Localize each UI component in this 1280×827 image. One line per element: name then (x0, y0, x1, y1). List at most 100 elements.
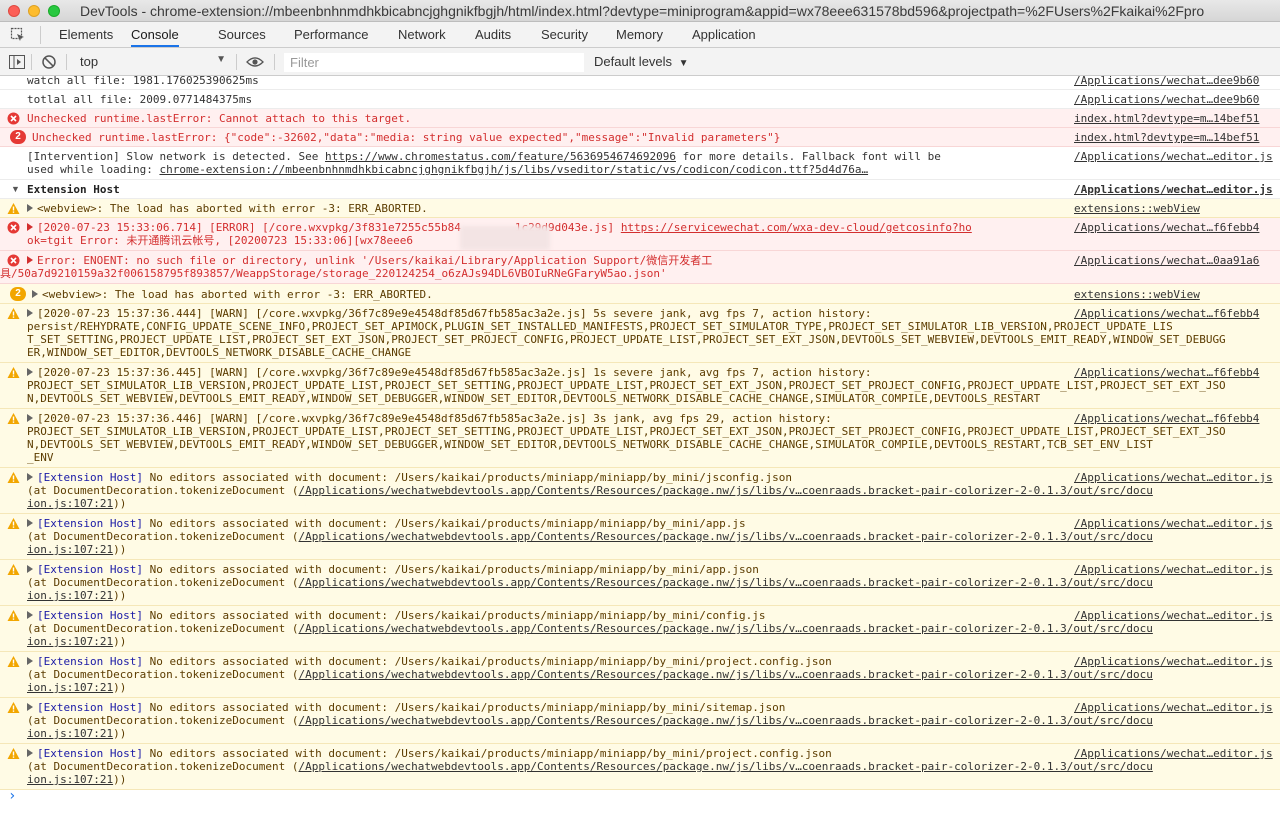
expand-triangle-icon[interactable] (32, 290, 38, 298)
console-warning: [Extension Host] No editors associated w… (0, 468, 1280, 514)
message-source-link[interactable]: /Applications/wechat…editor.js (1074, 563, 1280, 576)
warning-icon (7, 564, 20, 575)
stack-trace-link[interactable]: ion.js:107:21 (27, 543, 113, 556)
expand-triangle-icon[interactable] (27, 749, 33, 757)
message-text: 具/50a7d9210159a32f006158795f893857/Weapp… (0, 267, 667, 280)
message-source-link[interactable]: /Applications/wechat…0aa91a6 (1074, 254, 1280, 267)
eye-icon[interactable] (246, 56, 264, 68)
stack-trace-link[interactable]: ion.js:107:21 (27, 635, 113, 648)
tab-elements[interactable]: Elements (59, 22, 113, 47)
close-window-button[interactable] (8, 5, 20, 17)
zoom-window-button[interactable] (48, 5, 60, 17)
message-source-link[interactable]: /Applications/wechat…editor.js (1074, 655, 1280, 668)
context-selector[interactable]: top ▼ (74, 52, 230, 72)
message-source-link[interactable]: /Applications/wechat…editor.js (1074, 701, 1280, 714)
stack-trace-link[interactable]: /Applications/wechatwebdevtools.app/Cont… (299, 622, 1153, 635)
message-text-part: Error: ENOENT: no such file or directory… (37, 254, 713, 267)
stack-trace-link[interactable]: ion.js:107:21 (27, 727, 113, 740)
stack-trace-link[interactable]: /Applications/wechatwebdevtools.app/Cont… (299, 530, 1153, 543)
message-text: ER,WINDOW_SET_EDITOR,DEVTOOLS_NETWORK_DI… (27, 346, 412, 359)
message-source-link[interactable]: /Applications/wechat…f6febb4 (1074, 307, 1280, 320)
message-source-link[interactable]: /Applications/wechat…editor.js (1074, 150, 1280, 163)
tab-performance[interactable]: Performance (294, 22, 368, 47)
message-text-part: <webview>: The load has aborted with err… (42, 288, 433, 301)
log-levels-label: Default levels (594, 54, 673, 69)
message-source-link[interactable]: extensions::webView (1074, 288, 1280, 301)
log-levels-dropdown[interactable]: Default levels ▼ (594, 54, 689, 69)
stack-trace-link[interactable]: /Applications/wechatwebdevtools.app/Cont… (299, 668, 1153, 681)
message-text-part: No editors associated with document: /Us… (142, 563, 759, 576)
console-error: 2 Unchecked runtime.lastError: {"code":-… (0, 128, 1280, 147)
stack-trace-link[interactable]: /Applications/wechatwebdevtools.app/Cont… (299, 484, 1153, 497)
message-source-link[interactable]: /Applications/wechat…f6febb4 (1074, 366, 1280, 379)
stack-trace-line: ion.js:107:21)) (27, 727, 1072, 740)
inspect-element-icon[interactable] (10, 27, 26, 43)
console-error: Error: ENOENT: no such file or directory… (0, 251, 1280, 284)
message-source-link[interactable]: /Applications/wechat…editor.js (1074, 183, 1280, 196)
panel-tab-bar: Elements Console Sources Performance Net… (0, 22, 1280, 48)
extension-host-tag: [Extension Host] (37, 609, 143, 622)
stack-trace-text: (at DocumentDecoration.tokenizeDocument … (27, 760, 299, 773)
stack-trace-text: )) (113, 635, 127, 648)
message-source-link[interactable]: /Applications/wechat…f6febb4 (1074, 412, 1280, 425)
stack-trace-link[interactable]: ion.js:107:21 (27, 773, 113, 786)
expand-triangle-icon[interactable] (27, 519, 33, 527)
message-link[interactable]: https://servicewechat.com/wxa-dev-cloud/… (621, 221, 972, 234)
expand-triangle-icon[interactable] (27, 565, 33, 573)
expand-triangle-icon[interactable] (27, 256, 33, 264)
console-warning: [2020-07-23 15:37:36.444] [WARN] [/core.… (0, 304, 1280, 363)
stack-trace-link[interactable]: /Applications/wechatwebdevtools.app/Cont… (299, 760, 1153, 773)
tab-application[interactable]: Application (692, 22, 756, 47)
show-sidebar-icon[interactable] (9, 55, 25, 69)
expand-triangle-icon[interactable]: ▼ (11, 184, 20, 194)
message-source-link[interactable]: /Applications/wechat…editor.js (1074, 517, 1280, 530)
message-source-link[interactable]: index.html?devtype=m…14bef51 (1074, 131, 1280, 144)
expand-triangle-icon[interactable] (27, 657, 33, 665)
console-messages[interactable]: watch all file: 1981.176025390625ms /App… (0, 76, 1280, 827)
message-source-link[interactable]: /Applications/wechat…editor.js (1074, 747, 1280, 760)
expand-triangle-icon[interactable] (27, 223, 33, 231)
filter-input[interactable] (284, 53, 584, 72)
message-source-link[interactable]: /Applications/wechat…editor.js (1074, 471, 1280, 484)
expand-triangle-icon[interactable] (27, 703, 33, 711)
stack-trace-line: ion.js:107:21)) (27, 543, 1072, 556)
message-link[interactable]: chrome-extension://mbeenbnhnmdhkbicabncj… (159, 163, 868, 176)
warning-icon (7, 472, 20, 483)
stack-trace-link[interactable]: ion.js:107:21 (27, 681, 113, 694)
message-source-link[interactable]: extensions::webView (1074, 202, 1280, 215)
message-text: <webview>: The load has aborted with err… (32, 288, 1077, 301)
minimize-window-button[interactable] (28, 5, 40, 17)
console-prompt-icon[interactable]: › (8, 788, 16, 804)
stack-trace-link[interactable]: /Applications/wechatwebdevtools.app/Cont… (299, 714, 1153, 727)
warning-icon (7, 656, 20, 667)
stack-trace-text: (at DocumentDecoration.tokenizeDocument … (27, 714, 299, 727)
tab-sources[interactable]: Sources (218, 22, 266, 47)
stack-trace-text: )) (113, 543, 127, 556)
expand-triangle-icon[interactable] (27, 309, 33, 317)
stack-trace-link[interactable]: /Applications/wechatwebdevtools.app/Cont… (299, 576, 1153, 589)
expand-triangle-icon[interactable] (27, 473, 33, 481)
message-source-link[interactable]: index.html?devtype=m…14bef51 (1074, 112, 1280, 125)
tab-audits[interactable]: Audits (475, 22, 511, 47)
tab-memory[interactable]: Memory (616, 22, 663, 47)
console-group-header[interactable]: ▼ Extension Host /Applications/wechat…ed… (0, 180, 1280, 199)
expand-triangle-icon[interactable] (27, 611, 33, 619)
stack-trace-link[interactable]: ion.js:107:21 (27, 589, 113, 602)
message-link[interactable]: https://www.chromestatus.com/feature/563… (325, 150, 676, 163)
tab-console[interactable]: Console (131, 22, 179, 47)
clear-console-icon[interactable] (41, 54, 57, 70)
tab-network[interactable]: Network (398, 22, 446, 47)
tab-security[interactable]: Security (541, 22, 588, 47)
expand-triangle-icon[interactable] (27, 414, 33, 422)
message-source-link[interactable]: /Applications/wechat…f6febb4 (1074, 221, 1280, 234)
message-source-link[interactable]: /Applications/wechat…dee9b60 (1074, 76, 1280, 87)
stack-trace-line: ion.js:107:21)) (27, 589, 1072, 602)
message-text-part: No editors associated with document: /Us… (142, 747, 832, 760)
message-source-link[interactable]: /Applications/wechat…editor.js (1074, 609, 1280, 622)
message-source-link[interactable]: /Applications/wechat…dee9b60 (1074, 93, 1280, 106)
message-text: N,DEVTOOLS_SET_WEBVIEW,DEVTOOLS_EMIT_REA… (27, 438, 1153, 451)
redacted-area (460, 226, 550, 250)
expand-triangle-icon[interactable] (27, 368, 33, 376)
stack-trace-link[interactable]: ion.js:107:21 (27, 497, 113, 510)
expand-triangle-icon[interactable] (27, 204, 33, 212)
